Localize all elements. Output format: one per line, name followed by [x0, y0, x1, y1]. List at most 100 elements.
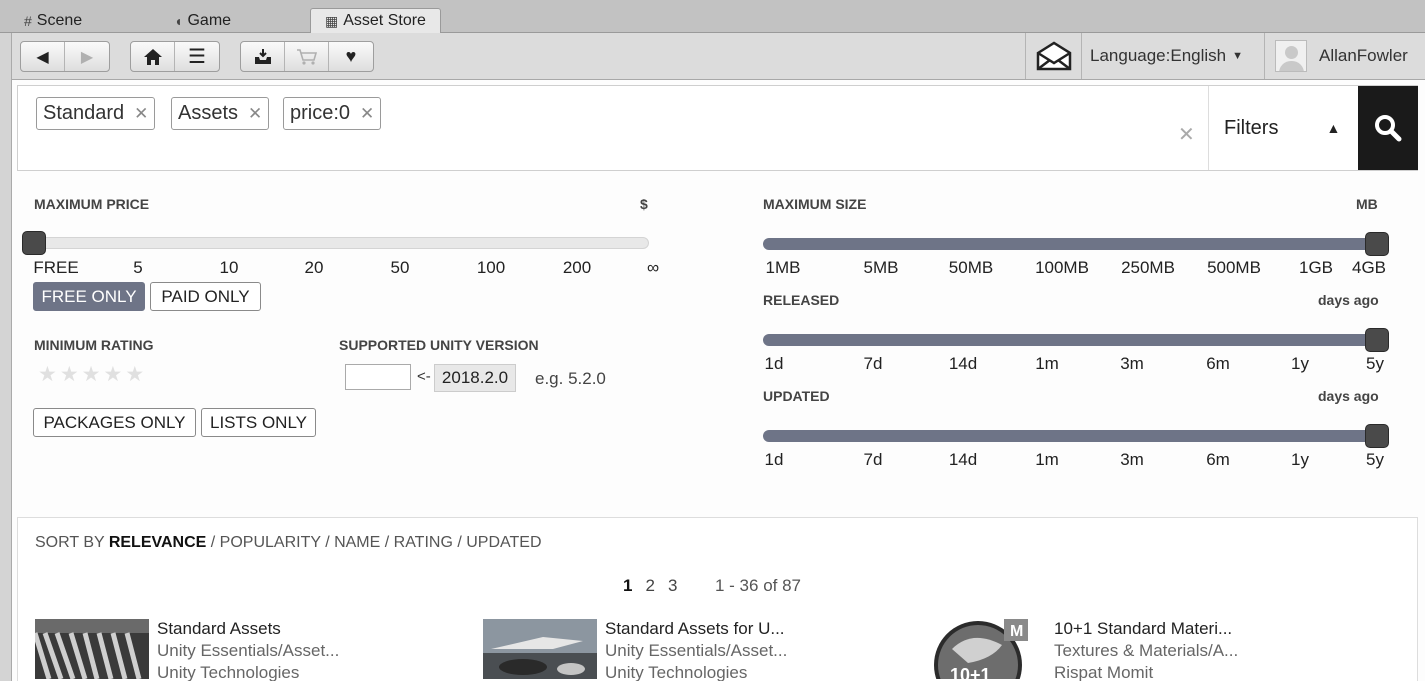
- close-icon[interactable]: ✕: [360, 104, 374, 124]
- asset-card[interactable]: Standard Assets Unity Essentials/Asset..…: [35, 619, 455, 681]
- search-icon: [1375, 115, 1402, 142]
- asset-card[interactable]: Standard Assets for U... Unity Essential…: [483, 619, 903, 681]
- size-slider-track[interactable]: [763, 238, 1383, 250]
- asset-category[interactable]: Unity Essentials/Asset...: [157, 641, 339, 661]
- search-box[interactable]: Standard ✕ Assets ✕ price:0 ✕ ✕ Filters …: [17, 85, 1418, 171]
- close-icon[interactable]: ✕: [248, 104, 262, 124]
- heart-icon: ♥: [345, 46, 357, 66]
- paid-only-button[interactable]: PAID ONLY: [150, 282, 261, 311]
- downloads-button[interactable]: [241, 42, 285, 71]
- asset-title[interactable]: 10+1 Standard Materi...: [1054, 619, 1232, 639]
- chip-label: Standard: [43, 102, 125, 124]
- menu-icon: ☰: [188, 46, 206, 68]
- tab-asset-store[interactable]: ▦ Asset Store: [310, 8, 441, 33]
- rating-stars[interactable]: ★ ★ ★ ★ ★: [38, 362, 144, 387]
- slider-tick-label: 1m: [1035, 354, 1059, 373]
- account-button-group: ♥: [240, 41, 374, 72]
- asset-publisher[interactable]: Unity Technologies: [605, 663, 747, 681]
- slider-tick-label: 50MB: [948, 258, 994, 277]
- forward-button[interactable]: ▶: [65, 42, 109, 71]
- slider-tick-label: 7d: [863, 354, 883, 373]
- arrow-right-icon: ▶: [80, 48, 94, 66]
- released-slider-handle[interactable]: [1365, 328, 1389, 352]
- asset-thumbnail[interactable]: M 10+1: [932, 619, 1046, 679]
- search-chip[interactable]: Assets ✕: [171, 97, 270, 130]
- size-slider-handle[interactable]: [1365, 232, 1389, 256]
- bag-icon: ▦: [325, 12, 339, 29]
- min-version-input[interactable]: [345, 364, 411, 390]
- slider-tick-label: 10: [219, 258, 239, 277]
- page-link[interactable]: 1: [623, 576, 632, 596]
- slider-tick-label: 1d: [764, 354, 784, 373]
- clear-search-icon[interactable]: ✕: [1178, 122, 1195, 147]
- slider-tick-label: 4GB: [1351, 258, 1387, 277]
- asset-title[interactable]: Standard Assets for U...: [605, 619, 785, 639]
- sort-relevance[interactable]: RELEVANCE: [109, 534, 207, 551]
- updated-slider-track[interactable]: [763, 430, 1383, 442]
- page-link[interactable]: 2: [645, 576, 654, 596]
- star-icon[interactable]: ★: [60, 362, 79, 387]
- current-version-value: 2018.2.0: [434, 364, 516, 392]
- slider-tick-label: 250MB: [1121, 258, 1175, 277]
- star-icon[interactable]: ★: [125, 362, 144, 387]
- search-chip[interactable]: Standard ✕: [36, 97, 156, 130]
- asset-thumbnail[interactable]: [35, 619, 149, 679]
- slider-tick-label: 3m: [1120, 354, 1144, 373]
- asset-category[interactable]: Unity Essentials/Asset...: [605, 641, 787, 661]
- lists-only-button[interactable]: LISTS ONLY: [201, 408, 316, 437]
- username: AllanFowler: [1319, 46, 1408, 65]
- asset-category[interactable]: Textures & Materials/A...: [1054, 641, 1238, 661]
- slider-tick-label: 1GB: [1298, 258, 1334, 277]
- messages-button[interactable]: [1025, 33, 1081, 79]
- slider-tick-label: 50: [390, 258, 410, 277]
- home-button[interactable]: [131, 42, 175, 71]
- star-icon[interactable]: ★: [38, 362, 57, 387]
- price-slider-handle[interactable]: [22, 231, 46, 255]
- updated-slider-handle[interactable]: [1365, 424, 1389, 448]
- released-slider-track[interactable]: [763, 334, 1383, 346]
- arrow-left-icon: ◀: [36, 48, 49, 66]
- avatar: [1275, 40, 1307, 72]
- tab-scene[interactable]: # Scene: [10, 8, 96, 33]
- slider-tick-label: 14d: [948, 354, 978, 373]
- packages-only-button[interactable]: PACKAGES ONLY: [33, 408, 196, 437]
- filters-toggle[interactable]: Filters ▲: [1208, 86, 1358, 170]
- star-icon[interactable]: ★: [103, 362, 122, 387]
- cart-button[interactable]: [285, 42, 329, 71]
- back-button[interactable]: ◀: [21, 42, 65, 71]
- search-button[interactable]: [1358, 86, 1418, 170]
- tab-label: Game: [187, 11, 232, 29]
- wishlist-button[interactable]: ♥: [329, 42, 373, 71]
- slider-tick-label: 5y: [1366, 354, 1384, 373]
- sort-bar: SORT BY RELEVANCE / POPULARITY / NAME / …: [35, 534, 542, 552]
- asset-card[interactable]: M 10+1 10+1 Standard Materi... Textures …: [932, 619, 1352, 681]
- asset-title[interactable]: Standard Assets: [157, 619, 281, 639]
- asset-thumbnail[interactable]: [483, 619, 597, 679]
- size-unit: MB: [1356, 196, 1378, 212]
- unity-version-label: SUPPORTED UNITY VERSION: [339, 337, 539, 353]
- user-menu[interactable]: AllanFowler: [1264, 33, 1425, 79]
- page-link[interactable]: 3: [668, 576, 677, 596]
- results-panel: SORT BY RELEVANCE / POPULARITY / NAME / …: [17, 517, 1418, 681]
- slider-tick-label: 1MB: [765, 258, 801, 277]
- asset-publisher[interactable]: Rispat Momit: [1054, 663, 1153, 681]
- slider-tick-label: 14d: [948, 450, 978, 469]
- tab-label: Asset Store: [343, 12, 426, 29]
- tab-game[interactable]: ◖ Game: [160, 8, 245, 33]
- search-chip[interactable]: price:0 ✕: [283, 97, 382, 130]
- slider-tick-label: 500MB: [1207, 258, 1261, 277]
- nav-button-group: ◀ ▶: [20, 41, 110, 72]
- price-unit: $: [640, 196, 648, 212]
- menu-button[interactable]: ☰: [175, 42, 219, 71]
- triangle-up-icon: ▲: [1326, 120, 1341, 136]
- slider-tick-label: 1d: [764, 450, 784, 469]
- slider-tick-label: 3m: [1120, 450, 1144, 469]
- free-only-button[interactable]: FREE ONLY: [33, 282, 145, 311]
- sort-other-options[interactable]: / POPULARITY / NAME / RATING / UPDATED: [211, 534, 542, 551]
- star-icon[interactable]: ★: [82, 362, 101, 387]
- language-dropdown[interactable]: Language:English ▼: [1081, 33, 1264, 79]
- asset-publisher[interactable]: Unity Technologies: [157, 663, 299, 681]
- close-icon[interactable]: ✕: [134, 104, 148, 124]
- language-label: Language:English: [1090, 46, 1227, 65]
- price-slider-track[interactable]: [34, 237, 649, 249]
